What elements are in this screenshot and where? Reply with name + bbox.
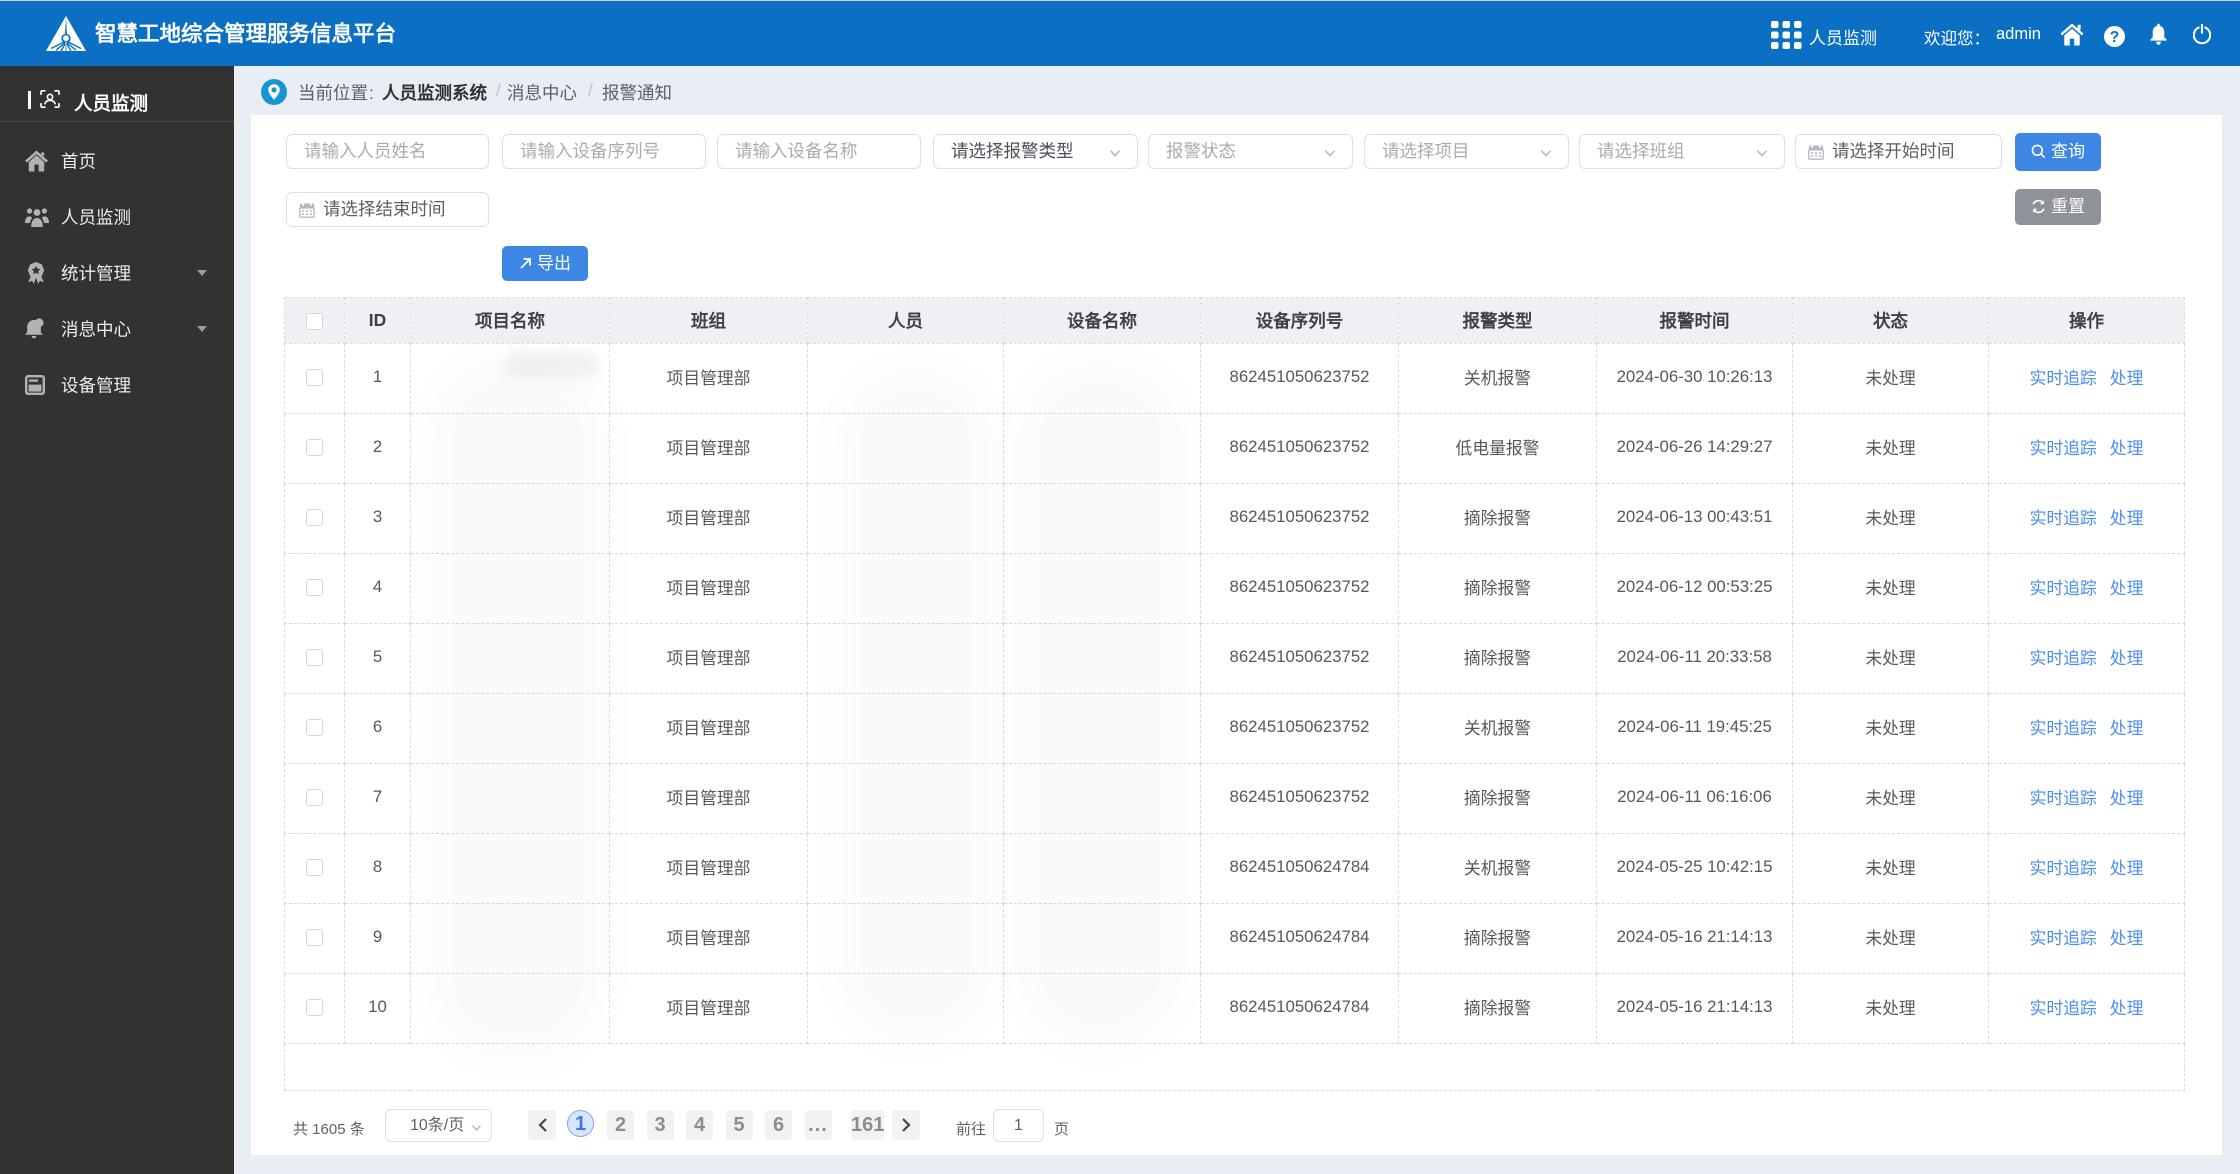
svg-text:?: ? [2110,29,2119,46]
